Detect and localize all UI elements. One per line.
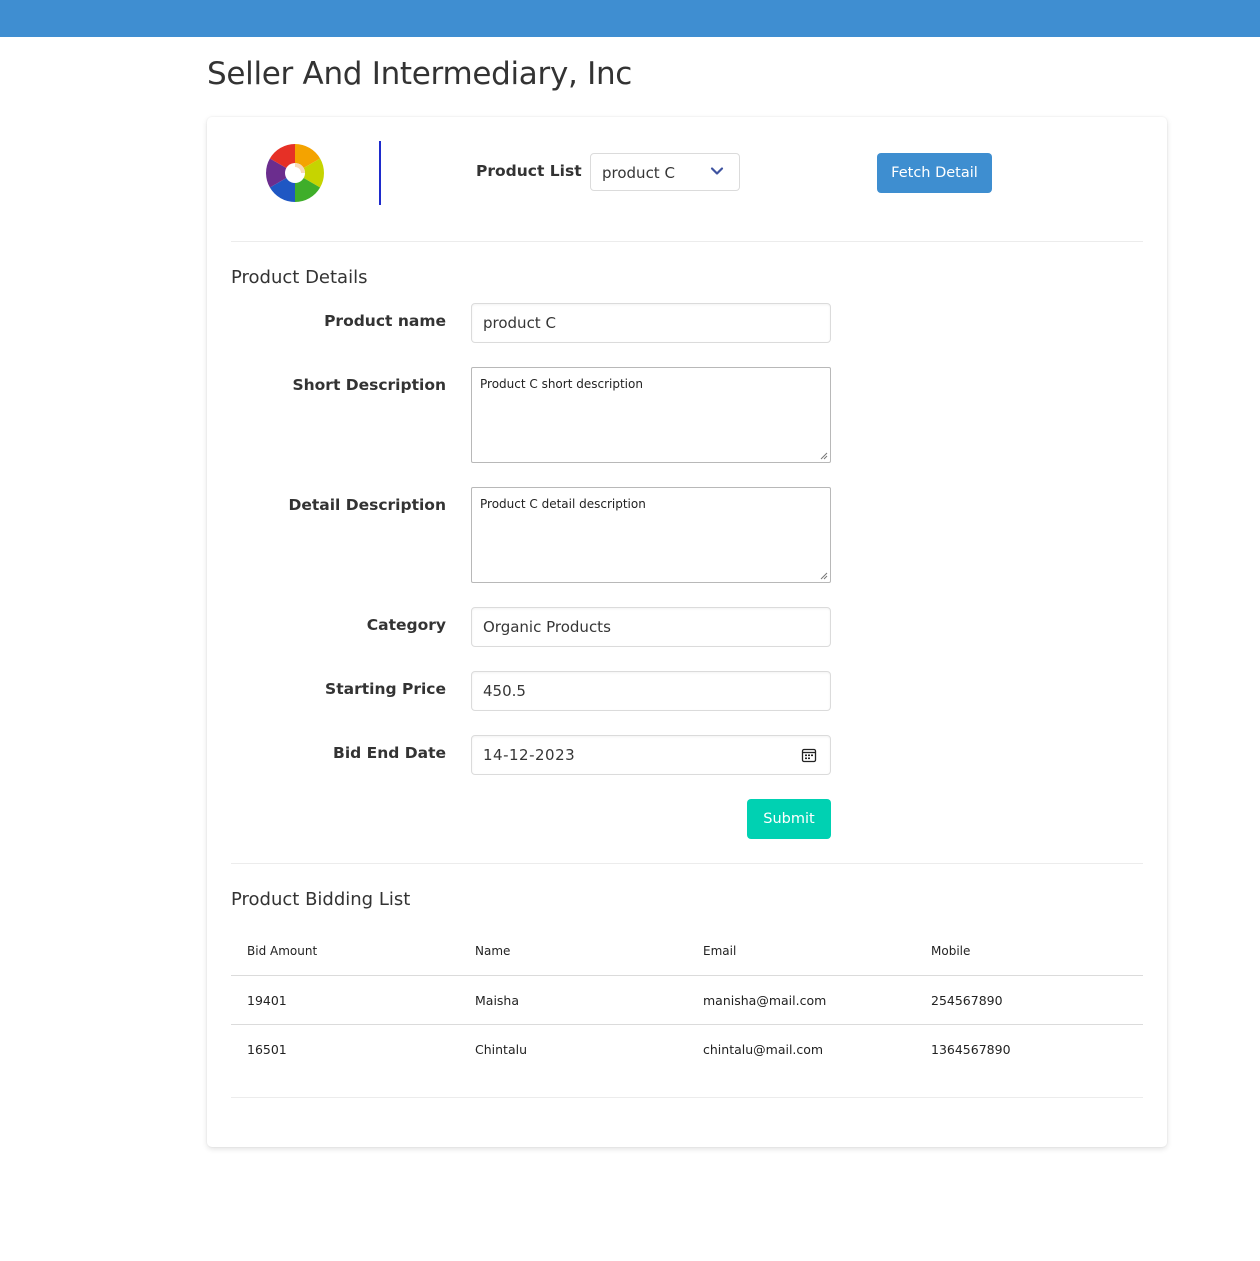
main-card: Product List product C Fetch Detail Prod…	[207, 117, 1167, 1147]
product-name-label: Product name	[324, 312, 446, 330]
table-header-row: Bid Amount Name Email Mobile	[231, 927, 1143, 976]
column-header-name: Name	[459, 927, 687, 976]
chevron-down-icon	[710, 167, 724, 175]
section-divider	[231, 1097, 1143, 1098]
top-bar	[0, 0, 1260, 37]
table-row: 16501 Chintalu chintalu@mail.com 1364567…	[231, 1025, 1143, 1074]
short-description-textarea[interactable]: Product C short description	[471, 367, 831, 463]
bid-end-date-label: Bid End Date	[333, 744, 446, 762]
cell-email: chintalu@mail.com	[703, 1041, 824, 1057]
detail-description-label: Detail Description	[288, 496, 446, 514]
bid-end-date-input[interactable]: 14-12-2023	[471, 735, 831, 775]
bids-table: Bid Amount Name Email Mobile 19401 Maish…	[231, 927, 1143, 1073]
starting-price-label: Starting Price	[325, 680, 446, 698]
column-header-mobile: Mobile	[915, 927, 1143, 976]
cell-bid-amount: 19401	[231, 975, 459, 1025]
product-name-input[interactable]	[471, 303, 831, 343]
resize-grip-icon[interactable]	[820, 452, 828, 460]
cell-name: Maisha	[459, 975, 687, 1025]
calendar-icon[interactable]	[801, 747, 817, 763]
product-select-value: product C	[602, 164, 675, 182]
submit-button[interactable]: Submit	[747, 799, 831, 839]
header-divider	[379, 141, 381, 205]
cell-email: manisha@mail.com	[687, 975, 915, 1025]
product-select[interactable]: product C	[590, 153, 740, 191]
cell-mobile: 1364567890	[931, 1041, 1011, 1057]
cell-name: Chintalu	[475, 1041, 528, 1057]
fetch-detail-button[interactable]: Fetch Detail	[877, 153, 992, 193]
section-divider	[231, 241, 1143, 242]
table-row: 19401 Maisha manisha@mail.com 254567890	[231, 975, 1143, 1025]
resize-grip-icon[interactable]	[820, 572, 828, 580]
section-divider	[231, 863, 1143, 864]
bidding-list-title: Product Bidding List	[231, 889, 411, 910]
short-description-label: Short Description	[292, 376, 446, 394]
cell-mobile: 254567890	[915, 975, 1143, 1025]
product-list-label: Product List	[476, 162, 582, 180]
detail-description-text: Product C detail description	[480, 497, 646, 511]
short-description-text: Product C short description	[480, 377, 643, 391]
starting-price-input[interactable]	[471, 671, 831, 711]
bid-end-date-value: 14-12-2023	[483, 746, 576, 764]
category-label: Category	[366, 616, 446, 634]
cell-bid-amount: 16501	[247, 1041, 287, 1057]
column-header-email: Email	[687, 927, 915, 976]
category-input[interactable]	[471, 607, 831, 647]
logo-icon	[266, 144, 324, 202]
page-title: Seller And Intermediary, Inc	[207, 56, 633, 92]
column-header-bid-amount: Bid Amount	[231, 927, 459, 976]
detail-description-textarea[interactable]: Product C detail description	[471, 487, 831, 583]
product-details-title: Product Details	[231, 267, 368, 288]
